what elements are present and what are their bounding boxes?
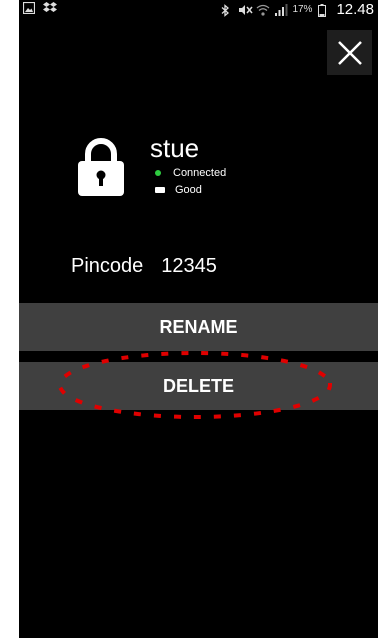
image-icon [22,1,36,15]
pincode-value: 12345 [161,255,217,277]
app-screen: 17% 12.48 stue Connected Good Pincode 12… [19,0,378,638]
device-name: stue [150,133,200,163]
delete-button[interactable]: DELETE [19,362,378,410]
wifi-icon [256,4,270,16]
battery-level-icon [155,187,165,193]
signal-icon [274,3,288,16]
status-bar: 17% 12.48 [19,0,378,20]
mute-icon [238,4,254,16]
battery-status-text: Good [175,184,202,196]
battery-icon [318,3,330,17]
battery-status: Good [155,184,202,196]
bluetooth-icon [220,3,232,17]
connected-dot-icon [155,170,161,176]
delete-button-label: DELETE [162,375,234,396]
status-bar-left [22,1,57,15]
rename-button[interactable]: RENAME [19,303,378,351]
connection-status-text: Connected [173,167,227,179]
connection-status: Connected [155,167,226,179]
pincode-label: Pincode [71,255,144,277]
pincode-row: Pincode 12345 [71,255,217,278]
clock: 12.48 [336,1,374,18]
close-button[interactable] [327,30,372,75]
close-icon [337,40,362,65]
rename-button-label: RENAME [159,316,238,337]
status-bar-right: 17% 12.48 [220,1,374,18]
dropbox-icon [43,2,57,14]
lock-icon [78,138,124,196]
battery-percent: 17% [292,4,313,15]
